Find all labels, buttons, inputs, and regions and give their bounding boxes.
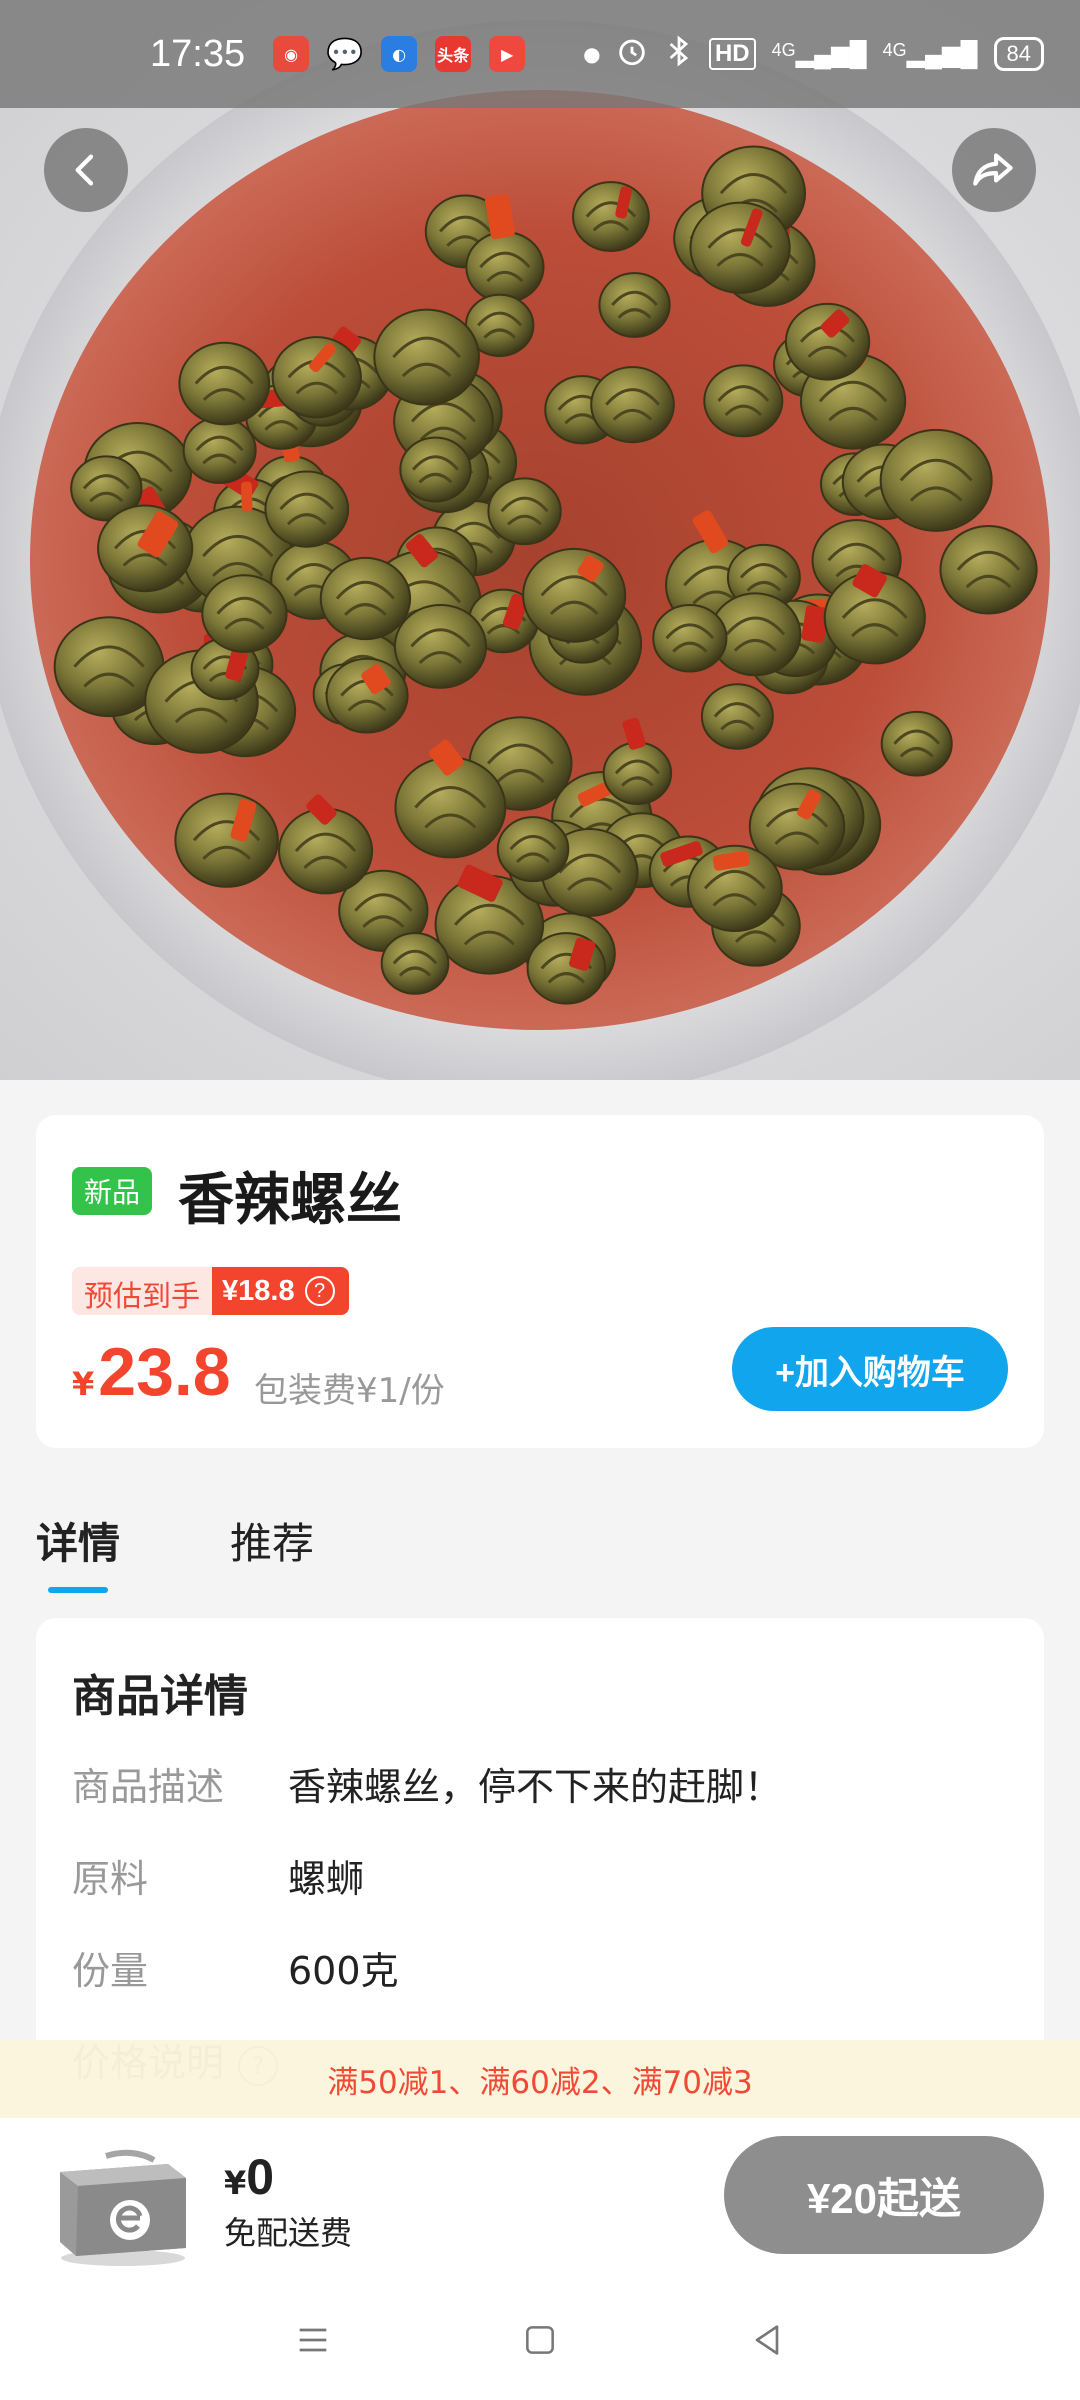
- signal-4g-icon-2: 4G▂▄▆█: [882, 39, 978, 68]
- delivery-fee: ¥ 0 免配送费: [224, 2148, 352, 2254]
- detail-tabs: 详情 推荐: [36, 1510, 314, 1593]
- estimate-label: 预估到手: [72, 1267, 213, 1315]
- new-badge: 新品: [72, 1167, 153, 1215]
- status-time: 17:35: [150, 32, 246, 75]
- news-app-icon: ◐: [381, 36, 418, 72]
- packaging-fee: 包装费¥1/份: [254, 1371, 445, 1411]
- detail-key: 份量: [72, 1949, 149, 1993]
- alarm-icon: [615, 34, 649, 75]
- share-button[interactable]: [952, 128, 1036, 212]
- detail-value: 香辣螺丝，停不下来的赶脚！: [288, 1765, 783, 1809]
- minimum-order-button[interactable]: ¥20起送: [724, 2136, 1044, 2254]
- wechat-icon: 💬: [326, 36, 364, 72]
- fee-currency: ¥: [224, 2164, 247, 2202]
- product-title: 香辣螺丝: [178, 1168, 402, 1233]
- detail-value: 螺蛳: [288, 1857, 365, 1901]
- estimated-price-tag[interactable]: 预估到手 ¥18.8 ?: [72, 1267, 349, 1315]
- video-app-icon: ▶: [489, 36, 526, 72]
- detail-row-portion: 份量 600克: [72, 1940, 399, 1995]
- shopping-bag-icon[interactable]: [48, 2138, 198, 2272]
- bottom-cart-bar: ¥ 0 免配送费 ¥20起送: [0, 2118, 1080, 2280]
- location-app-icon: ◉: [273, 36, 310, 72]
- detail-row-description: 商品描述 香辣螺丝，停不下来的赶脚！: [72, 1756, 782, 1811]
- estimate-value: ¥18.8 ?: [212, 1267, 349, 1315]
- share-icon: [973, 153, 1013, 186]
- product-info-card: 新品 香辣螺丝 预估到手 ¥18.8 ? ¥ 23.8 包装费¥1/份 +加入购…: [36, 1115, 1044, 1448]
- battery-icon: 84: [993, 37, 1044, 71]
- back-button[interactable]: [44, 128, 128, 212]
- menu-icon[interactable]: [273, 2300, 353, 2380]
- chevron-left-icon: [75, 154, 94, 186]
- detail-value: 600克: [288, 1949, 399, 1993]
- free-delivery-note: 免配送费: [224, 2214, 353, 2252]
- signal-4g-icon: 4G▂▄▆█: [771, 39, 867, 68]
- status-bar: 17:35 ◉ 💬 ◐ 头条 ▶ ● HD 4G▂▄▆█ 4G▂▄▆█ 84: [0, 0, 1080, 108]
- details-title: 商品详情: [72, 1671, 248, 1722]
- discount-banner: 满50减1、满60减2、满70减3: [0, 2040, 1080, 2118]
- snail-dish-illustration: [0, 20, 1080, 1080]
- detail-key: 原料: [72, 1857, 149, 1901]
- tab-details[interactable]: 详情: [36, 1510, 120, 1593]
- help-icon[interactable]: ?: [304, 1276, 335, 1306]
- bluetooth-icon: [665, 34, 693, 75]
- product-price: ¥ 23.8: [72, 1333, 231, 1411]
- fee-amount: 0: [246, 2149, 275, 2205]
- tab-recommend[interactable]: 推荐: [230, 1510, 314, 1571]
- product-image[interactable]: [0, 0, 1080, 1080]
- hd-icon: HD: [708, 38, 756, 70]
- toutiao-app-icon: 头条: [435, 36, 472, 72]
- detail-key: 商品描述: [72, 1765, 225, 1809]
- add-to-cart-button[interactable]: +加入购物车: [732, 1327, 1008, 1411]
- system-nav-bar: [0, 2280, 1080, 2400]
- price-currency: ¥: [72, 1365, 95, 1403]
- notification-dot-icon: ●: [583, 42, 601, 66]
- estimate-price: ¥18.8: [222, 1274, 295, 1307]
- detail-row-ingredient: 原料 螺蛳: [72, 1848, 364, 1903]
- back-nav-icon[interactable]: [727, 2300, 807, 2380]
- price-value: 23.8: [98, 1334, 231, 1410]
- home-icon[interactable]: [500, 2300, 580, 2380]
